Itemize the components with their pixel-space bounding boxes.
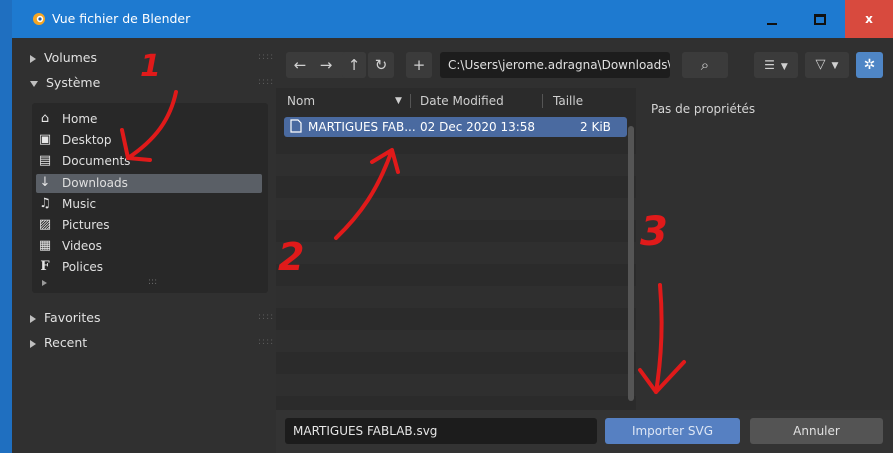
place-music[interactable]: ♫ Music bbox=[36, 195, 262, 214]
collapsed-arrow-icon bbox=[30, 314, 36, 323]
display-mode-dropdown[interactable]: ☰ ▼ bbox=[754, 52, 798, 78]
filter-dropdown[interactable]: ▽ ▼ bbox=[805, 52, 849, 78]
file-row[interactable]: MARTIGUES FAB... 02 Dec 2020 13:58 2 KiB bbox=[284, 117, 627, 137]
place-label: Music bbox=[62, 197, 97, 211]
font-icon: F bbox=[40, 259, 50, 274]
gear-icon: ✲ bbox=[863, 57, 876, 73]
videos-icon: ▦ bbox=[38, 238, 52, 253]
expanded-arrow-icon bbox=[30, 80, 38, 87]
column-header-name[interactable]: Nom bbox=[287, 94, 315, 108]
section-favorites-label: Favorites bbox=[44, 310, 101, 325]
filename-input[interactable]: MARTIGUES FABLAB.svg bbox=[285, 418, 597, 444]
expand-arrow-icon[interactable] bbox=[42, 280, 47, 286]
section-recent[interactable]: Recent bbox=[30, 332, 87, 354]
section-systeme-label: Système bbox=[46, 75, 101, 90]
path-input[interactable]: C:\Users\jerome.adragna\Downloads\ bbox=[440, 52, 670, 78]
minimize-icon bbox=[767, 23, 777, 25]
cancel-button[interactable]: Annuler bbox=[750, 418, 883, 444]
sort-descending-icon[interactable]: ▼ bbox=[395, 96, 402, 106]
file-size: 2 KiB bbox=[580, 120, 611, 134]
drag-grip-icon[interactable]: :::: bbox=[258, 52, 274, 62]
section-volumes-label: Volumes bbox=[44, 50, 98, 65]
list-row-stripe bbox=[276, 286, 636, 308]
column-header-date[interactable]: Date Modified bbox=[420, 94, 504, 108]
drag-grip-icon[interactable]: :::: bbox=[258, 337, 274, 347]
list-row-stripe bbox=[276, 242, 636, 264]
search-button[interactable]: ⌕ bbox=[682, 52, 728, 78]
file-date: 02 Dec 2020 13:58 bbox=[420, 120, 536, 134]
properties-empty-text: Pas de propriétés bbox=[651, 102, 756, 116]
collapsed-arrow-icon bbox=[30, 339, 36, 348]
minimize-button[interactable] bbox=[748, 0, 796, 38]
list-row-stripe bbox=[276, 330, 636, 352]
documents-icon: ▤ bbox=[38, 153, 52, 168]
place-label: Pictures bbox=[62, 218, 110, 232]
list-view-icon: ☰ bbox=[764, 58, 775, 72]
pictures-icon: ▨ bbox=[38, 217, 52, 232]
column-separator[interactable] bbox=[542, 94, 543, 108]
arrow-right-icon: → bbox=[319, 56, 333, 74]
desktop-icon: ▣ bbox=[38, 132, 52, 147]
settings-toggle-button[interactable]: ✲ bbox=[856, 52, 883, 78]
blender-logo-icon bbox=[32, 12, 46, 26]
collapsed-arrow-icon bbox=[30, 54, 36, 63]
home-icon: ⌂ bbox=[40, 111, 50, 126]
close-button[interactable]: x bbox=[845, 0, 893, 38]
place-label: Documents bbox=[62, 154, 131, 168]
chevron-down-icon: ▼ bbox=[780, 62, 788, 72]
drag-grip-icon[interactable]: :::: bbox=[258, 77, 274, 87]
filter-icon: ▽ bbox=[815, 57, 826, 72]
place-home[interactable]: ⌂ Home bbox=[36, 110, 262, 129]
list-row-stripe bbox=[276, 198, 636, 220]
music-icon: ♫ bbox=[39, 196, 51, 211]
chevron-down-icon: ▼ bbox=[831, 61, 839, 71]
file-list-scrollbar[interactable] bbox=[628, 126, 634, 401]
file-name: MARTIGUES FAB... bbox=[308, 120, 416, 134]
place-label: Downloads bbox=[62, 176, 128, 190]
properties-panel bbox=[636, 88, 893, 410]
section-recent-label: Recent bbox=[44, 335, 88, 350]
section-favorites[interactable]: Favorites bbox=[30, 307, 100, 329]
file-icon bbox=[290, 119, 302, 136]
place-documents[interactable]: ▤ Documents bbox=[36, 152, 262, 171]
column-header-size[interactable]: Taille bbox=[553, 94, 583, 108]
resize-grip-icon[interactable]: ::: bbox=[148, 277, 157, 287]
parent-directory-button[interactable]: ↑ bbox=[342, 52, 366, 78]
section-systeme[interactable]: Système bbox=[30, 72, 100, 94]
back-button[interactable]: ← bbox=[288, 52, 312, 78]
download-icon: ↓ bbox=[39, 175, 51, 190]
import-svg-button[interactable]: Importer SVG bbox=[605, 418, 740, 444]
place-desktop[interactable]: ▣ Desktop bbox=[36, 131, 262, 150]
arrow-left-icon: ← bbox=[293, 56, 307, 74]
list-row-stripe bbox=[276, 154, 636, 176]
place-label: Home bbox=[62, 112, 98, 126]
refresh-icon: ↻ bbox=[374, 56, 388, 74]
forward-button[interactable]: → bbox=[314, 52, 338, 78]
new-folder-button[interactable]: + bbox=[406, 52, 432, 78]
place-label: Desktop bbox=[62, 133, 112, 147]
window-title: Vue fichier de Blender bbox=[52, 11, 191, 26]
section-volumes[interactable]: Volumes bbox=[30, 47, 97, 69]
list-row-stripe bbox=[276, 374, 636, 396]
new-folder-icon: + bbox=[412, 56, 426, 74]
place-pictures[interactable]: ▨ Pictures bbox=[36, 216, 262, 235]
arrow-up-icon: ↑ bbox=[347, 56, 361, 74]
place-polices[interactable]: F Polices bbox=[36, 258, 262, 277]
refresh-button[interactable]: ↻ bbox=[368, 52, 394, 78]
drag-grip-icon[interactable]: :::: bbox=[258, 312, 274, 322]
maximize-button[interactable] bbox=[796, 0, 844, 38]
close-icon: x bbox=[865, 12, 873, 26]
maximize-icon bbox=[814, 13, 826, 25]
place-videos[interactable]: ▦ Videos bbox=[36, 237, 262, 256]
column-separator[interactable] bbox=[410, 94, 411, 108]
place-label: Videos bbox=[62, 239, 102, 253]
place-label: Polices bbox=[62, 260, 104, 274]
search-icon: ⌕ bbox=[700, 56, 710, 74]
place-downloads[interactable]: ↓ Downloads bbox=[36, 174, 262, 193]
